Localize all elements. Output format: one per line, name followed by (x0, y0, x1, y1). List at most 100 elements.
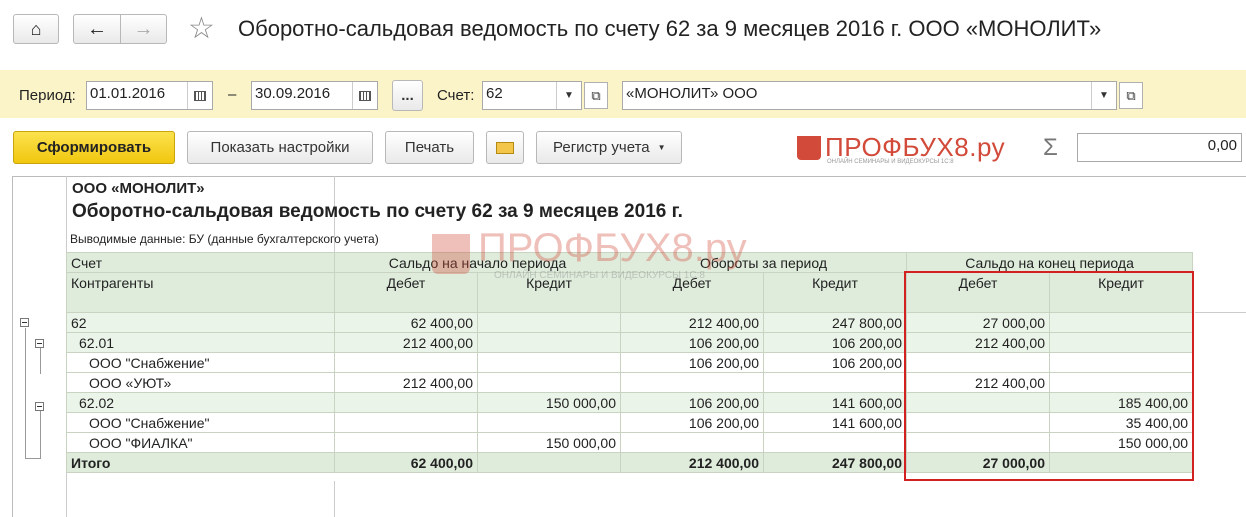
collapse-icon[interactable] (35, 339, 44, 348)
print-button[interactable]: Печать (385, 131, 474, 164)
cell-closing-credit: 185 400,00 (1049, 392, 1194, 413)
arrow-left-icon: ← (87, 17, 107, 40)
tree-line (40, 348, 41, 374)
cell-turnover-credit: 247 800,00 (762, 452, 908, 473)
cell-opening-credit (477, 352, 621, 373)
calendar-icon (194, 90, 206, 101)
report-org: ООО «МОНОЛИТ» (72, 180, 205, 197)
calendar-to-button[interactable] (352, 82, 377, 109)
arrow-right-icon: → (133, 17, 154, 40)
organization-value: «МОНОЛИТ» ООО (626, 85, 758, 102)
cell-turnover-credit: 106 200,00 (762, 352, 908, 373)
header-closing: Сальдо на конец периода (906, 252, 1194, 273)
register-label: Регистр учета (553, 139, 650, 156)
cell-opening-debit: 62 400,00 (334, 452, 478, 473)
header-counterparties: Контрагенты (66, 272, 335, 313)
sum-field[interactable]: 0,00 (1077, 133, 1242, 162)
header-turnover-credit: Кредит (762, 272, 908, 313)
cell-closing-debit (906, 432, 1051, 453)
cell-turnover-credit: 141 600,00 (762, 392, 908, 413)
header-turnover: Обороты за период (619, 252, 908, 273)
cell-turnover-credit: 247 800,00 (762, 312, 908, 333)
open-icon: ⧉ (591, 87, 601, 103)
cell-closing-debit: 212 400,00 (906, 372, 1051, 393)
tree-line (25, 328, 26, 459)
window-header: ⌂ ← → ☆ Оборотно-сальдовая ведомость по … (0, 0, 1246, 60)
report-right-line (1195, 312, 1246, 313)
cell-opening-credit (477, 332, 621, 353)
show-settings-button[interactable]: Показать настройки (187, 131, 373, 164)
header-closing-debit: Дебет (906, 272, 1051, 313)
filter-bar: Период: 01.01.2016 – 30.09.2016 ... Счет… (0, 70, 1246, 118)
cell-turnover-debit: 106 200,00 (620, 332, 764, 353)
table-row[interactable]: ООО "ФИАЛКА" 150 000,00 150 000,00 (66, 432, 1194, 453)
cell-closing-credit (1049, 452, 1194, 473)
table-row[interactable]: ООО "Снабжение" 106 200,00 106 200,00 (66, 352, 1194, 373)
cell-name: ООО "Снабжение" (66, 352, 335, 373)
register-button[interactable]: Регистр учета ▼ (536, 131, 682, 164)
date-from-value: 01.01.2016 (90, 85, 166, 102)
cell-closing-debit: 212 400,00 (906, 332, 1051, 353)
account-open-button[interactable]: ⧉ (584, 82, 608, 109)
email-button[interactable] (486, 131, 524, 164)
cell-name: ООО "ФИАЛКА" (66, 432, 335, 453)
report-output-data: Выводимые данные: БУ (данные бухгалтерск… (70, 232, 379, 246)
envelope-icon (496, 141, 514, 154)
table-row[interactable]: ООО "Снабжение" 106 200,00 141 600,00 35… (66, 412, 1194, 433)
account-dropdown-button[interactable]: ▼ (556, 82, 581, 109)
cell-opening-credit (477, 372, 621, 393)
cell-closing-credit (1049, 352, 1194, 373)
cell-name: ООО «УЮТ» (66, 372, 335, 393)
collapse-icon[interactable] (35, 402, 44, 411)
star-icon[interactable]: ☆ (188, 12, 215, 46)
tree-line (25, 458, 40, 459)
header-closing-credit: Кредит (1049, 272, 1194, 313)
tree-line (40, 410, 41, 459)
period-label: Период: (19, 87, 76, 104)
header-opening-credit: Кредит (477, 272, 621, 313)
cell-opening-debit (334, 432, 478, 453)
chevron-down-icon: ▼ (564, 90, 574, 101)
cell-closing-credit (1049, 332, 1194, 353)
generate-button[interactable]: Сформировать (13, 131, 175, 164)
table-row[interactable]: ООО «УЮТ» 212 400,00 212 400,00 (66, 372, 1194, 393)
date-to-value: 30.09.2016 (255, 85, 331, 102)
table-row-account-62[interactable]: 62 62 400,00 212 400,00 247 800,00 27 00… (66, 312, 1194, 333)
cell-closing-credit: 35 400,00 (1049, 412, 1194, 433)
report-frame-left (12, 176, 13, 517)
balance-table: Счет Сальдо на начало периода Обороты за… (66, 252, 1194, 473)
report-col-line-bottom (334, 481, 335, 517)
cell-turnover-debit (620, 432, 764, 453)
chevron-down-icon: ▼ (657, 143, 666, 152)
home-button[interactable]: ⌂ (13, 14, 59, 44)
calendar-from-button[interactable] (187, 82, 212, 109)
collapse-icon[interactable] (20, 318, 29, 327)
table-row-account-62-01[interactable]: 62.01 212 400,00 106 200,00 106 200,00 2… (66, 332, 1194, 353)
organization-field[interactable]: «МОНОЛИТ» ООО (622, 81, 1117, 110)
cell-opening-credit: 150 000,00 (477, 432, 621, 453)
cell-name: ООО "Снабжение" (66, 412, 335, 433)
header-account: Счет (66, 252, 335, 273)
table-row-total[interactable]: Итого 62 400,00 212 400,00 247 800,00 27… (66, 452, 1194, 473)
organization-open-button[interactable]: ⧉ (1119, 82, 1143, 109)
forward-button[interactable]: → (120, 14, 167, 44)
cell-opening-debit: 62 400,00 (334, 312, 478, 333)
cell-turnover-debit: 106 200,00 (620, 392, 764, 413)
open-icon: ⧉ (1126, 87, 1136, 103)
sum-icon: Σ (1043, 134, 1058, 161)
account-value: 62 (486, 85, 503, 102)
cell-turnover-credit (762, 372, 908, 393)
header-row-1: Счет Сальдо на начало периода Обороты за… (66, 252, 1194, 273)
period-select-button[interactable]: ... (392, 80, 423, 111)
cell-opening-credit (477, 452, 621, 473)
cell-opening-debit: 212 400,00 (334, 332, 478, 353)
cell-name: 62 (66, 312, 335, 333)
cell-name: 62.02 (66, 392, 335, 413)
home-icon: ⌂ (30, 18, 42, 39)
cell-name: 62.01 (66, 332, 335, 353)
organization-dropdown-button[interactable]: ▼ (1091, 82, 1116, 109)
cell-closing-debit (906, 352, 1051, 373)
cell-closing-credit: 150 000,00 (1049, 432, 1194, 453)
back-button[interactable]: ← (73, 14, 121, 44)
table-row-account-62-02[interactable]: 62.02 150 000,00 106 200,00 141 600,00 1… (66, 392, 1194, 413)
